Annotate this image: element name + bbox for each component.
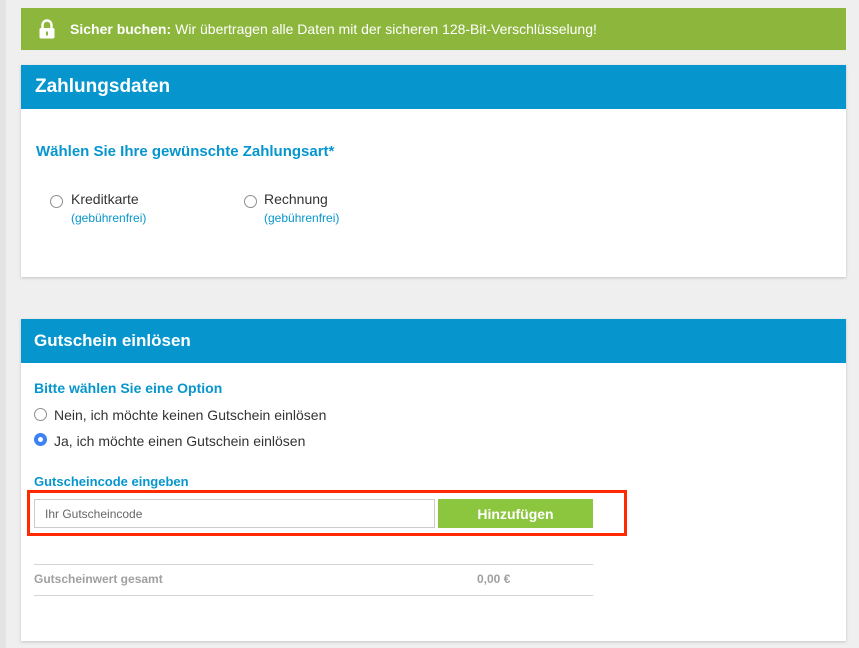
radio-kreditkarte[interactable] [50, 195, 63, 208]
radio-rechnung[interactable] [244, 195, 257, 208]
option-kreditkarte-fee: (gebührenfrei) [71, 211, 147, 225]
option-rechnung-label[interactable]: Rechnung [264, 191, 328, 207]
voucher-card: Gutschein einlösen Bitte wählen Sie eine… [21, 319, 846, 641]
voucher-total-label: Gutscheinwert gesamt [34, 572, 163, 586]
lock-icon [38, 19, 56, 39]
total-top-divider [34, 564, 593, 565]
option-rechnung-fee: (gebührenfrei) [264, 211, 340, 225]
voucher-total-value: 0,00 € [477, 572, 511, 586]
radio-no-voucher[interactable] [34, 408, 47, 421]
payment-card: Zahlungsdaten Wählen Sie Ihre gewünschte… [21, 65, 846, 277]
voucher-card-title: Gutschein einlösen [21, 319, 846, 363]
page-edge [0, 0, 6, 648]
option-no-voucher-label[interactable]: Nein, ich möchte keinen Gutschein einlös… [54, 407, 326, 423]
banner-text: Wir übertragen alle Daten mit der sicher… [175, 21, 597, 37]
payment-method-question: Wählen Sie Ihre gewünschte Zahlungsart* [36, 143, 335, 160]
voucher-code-input[interactable] [34, 499, 435, 528]
voucher-option-heading: Bitte wählen Sie eine Option [34, 380, 223, 396]
total-bottom-divider [34, 595, 593, 596]
secure-booking-banner: Sicher buchen: Wir übertragen alle Daten… [21, 8, 846, 50]
option-kreditkarte-label[interactable]: Kreditkarte [71, 191, 139, 207]
payment-card-title: Zahlungsdaten [21, 65, 846, 109]
voucher-code-heading: Gutscheincode eingeben [34, 474, 189, 489]
option-use-voucher-label[interactable]: Ja, ich möchte einen Gutschein einlösen [54, 433, 305, 449]
banner-bold-text: Sicher buchen: [70, 21, 172, 37]
radio-use-voucher[interactable] [34, 433, 47, 446]
add-voucher-button[interactable]: Hinzufügen [438, 499, 593, 528]
